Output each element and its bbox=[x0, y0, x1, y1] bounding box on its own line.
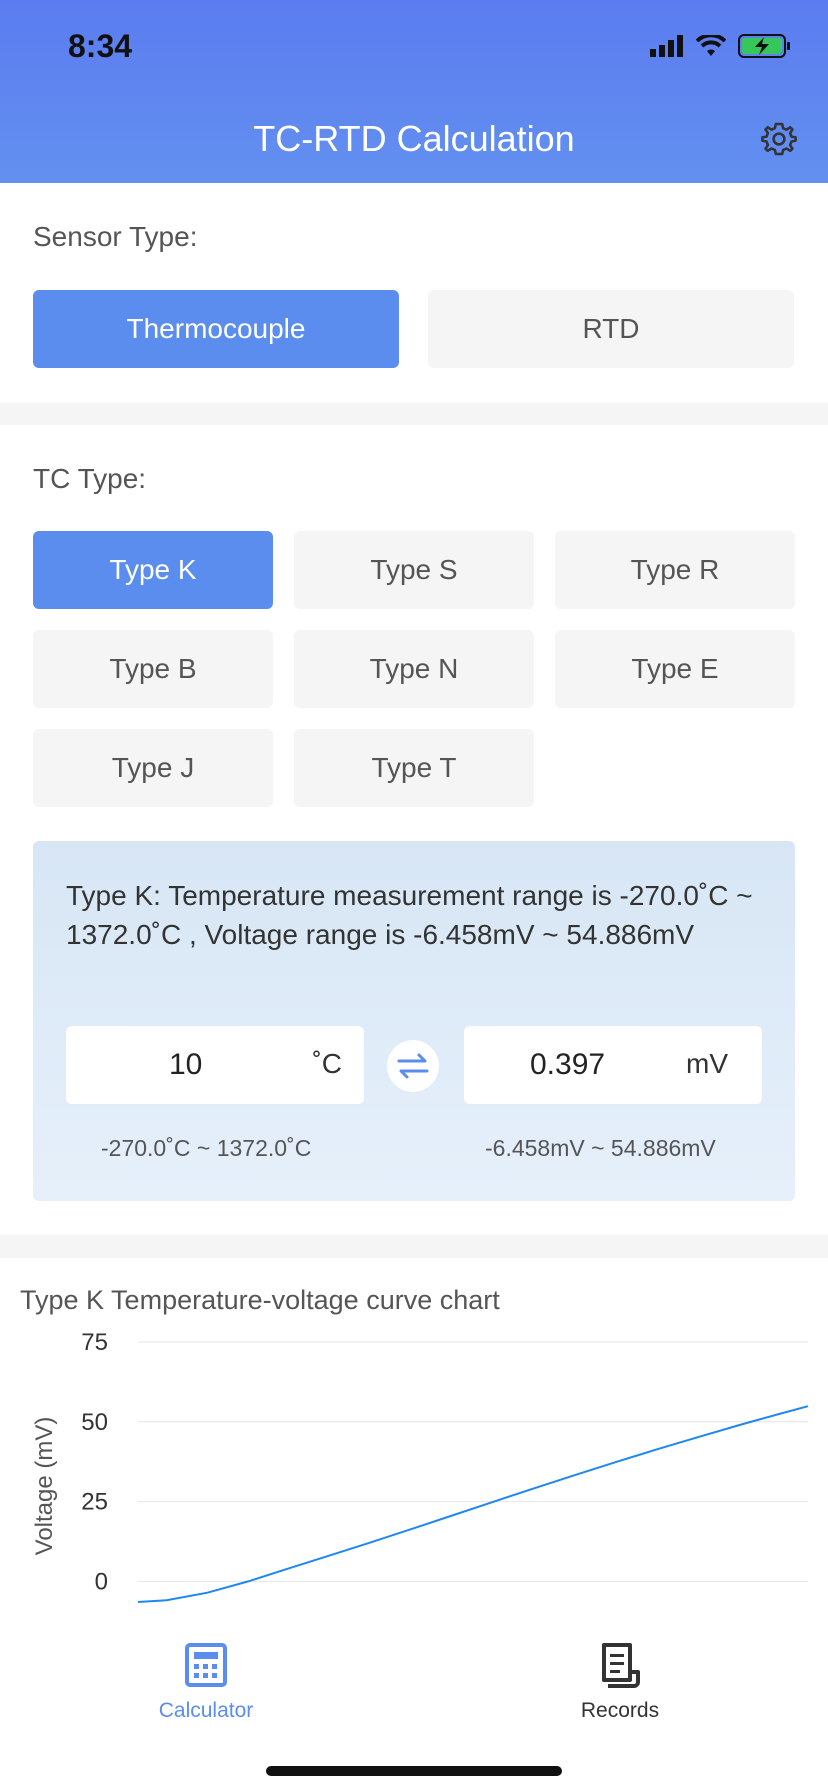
page-title: TC-RTD Calculation bbox=[253, 118, 575, 159]
tab-calculator-label: Calculator bbox=[158, 1699, 254, 1722]
app-header: 8:34 TC-RTD Calculation bbox=[0, 0, 828, 183]
sensor-rtd-button[interactable]: RTD bbox=[428, 290, 794, 368]
status-time: 8:34 bbox=[68, 28, 133, 64]
tab-records[interactable]: Records bbox=[540, 1642, 700, 1723]
temperature-range-text: -270.0˚C ~ 1372.0˚C bbox=[101, 1135, 312, 1161]
voltage-curve-chart: Voltage (mV) 75 50 25 0 bbox=[31, 1329, 809, 1603]
tc-type-s-button[interactable]: Type S bbox=[294, 531, 534, 609]
sensor-thermocouple-button[interactable]: Thermocouple bbox=[33, 290, 399, 368]
tab-records-label: Records bbox=[580, 1699, 660, 1722]
swap-button[interactable] bbox=[387, 1040, 439, 1092]
temperature-unit: ˚C bbox=[312, 1048, 342, 1079]
records-icon bbox=[602, 1643, 640, 1688]
chart-title: Type K Temperature-voltage curve chart bbox=[20, 1285, 500, 1315]
series-line bbox=[137, 1405, 809, 1603]
tab-calculator[interactable]: Calculator bbox=[126, 1642, 286, 1723]
tc-type-j-button[interactable]: Type J bbox=[33, 729, 273, 807]
voltage-unit: mV bbox=[686, 1048, 728, 1079]
tc-type-k-button[interactable]: Type K bbox=[33, 531, 273, 609]
battery-charging-icon bbox=[738, 34, 790, 58]
tc-type-n-button[interactable]: Type N bbox=[294, 630, 534, 708]
gear-icon[interactable] bbox=[760, 120, 798, 158]
temperature-value: 10 bbox=[169, 1048, 203, 1081]
status-icons bbox=[650, 34, 792, 58]
range-info-text: Type K: Temperature measurement range is… bbox=[66, 880, 753, 950]
temperature-input[interactable]: 10 ˚C bbox=[66, 1026, 364, 1104]
tc-type-b-button[interactable]: Type B bbox=[33, 630, 273, 708]
sensor-type-section: Sensor Type: Thermocouple RTD bbox=[0, 183, 828, 403]
y-tick-label: 75 bbox=[81, 1329, 108, 1356]
tc-type-label: TC Type: bbox=[33, 463, 147, 494]
voltage-input[interactable]: 0.397 mV bbox=[464, 1026, 762, 1104]
y-axis-label: Voltage (mV) bbox=[31, 1417, 58, 1556]
converter-card: Type K: Temperature measurement range is… bbox=[33, 841, 795, 1201]
y-tick-label: 50 bbox=[81, 1409, 108, 1436]
home-indicator bbox=[266, 1766, 562, 1776]
tc-type-e-button[interactable]: Type E bbox=[555, 630, 795, 708]
calculator-icon bbox=[185, 1643, 227, 1687]
y-tick-label: 25 bbox=[81, 1489, 108, 1516]
signal-icon bbox=[650, 35, 683, 57]
tc-type-t-button[interactable]: Type T bbox=[294, 729, 534, 807]
sensor-type-label: Sensor Type: bbox=[33, 221, 198, 252]
voltage-value: 0.397 bbox=[530, 1048, 606, 1081]
voltage-range-text: -6.458mV ~ 54.886mV bbox=[485, 1135, 716, 1161]
swap-arrows-icon bbox=[397, 1053, 429, 1079]
section-divider bbox=[0, 403, 828, 425]
wifi-icon bbox=[696, 35, 726, 56]
tc-type-r-button[interactable]: Type R bbox=[555, 531, 795, 609]
section-divider-2 bbox=[0, 1235, 828, 1258]
y-tick-label: 0 bbox=[95, 1568, 108, 1595]
